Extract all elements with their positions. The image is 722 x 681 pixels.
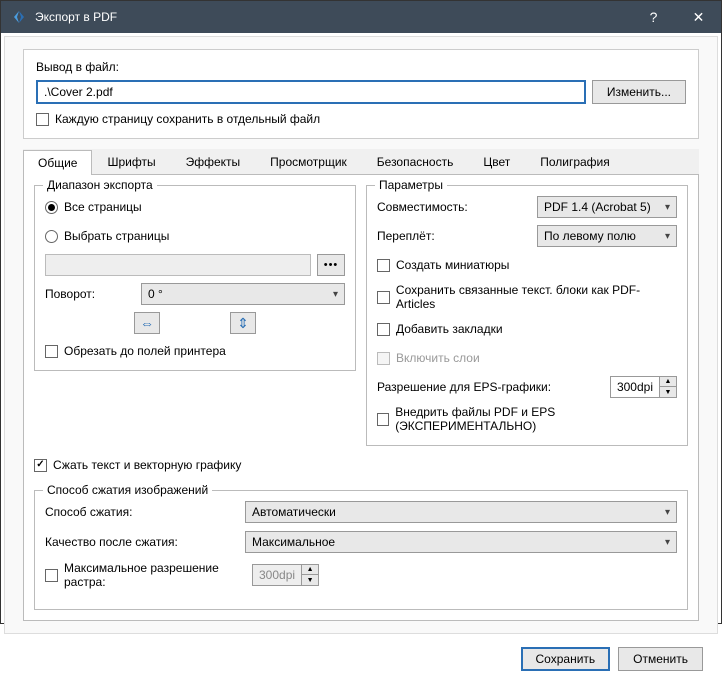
max-res-input: 300dpi ▲▼ — [252, 564, 319, 586]
each-page-separate-label: Каждую страницу сохранить в отдельный фа… — [55, 112, 320, 126]
all-pages-radio[interactable] — [45, 201, 58, 214]
bookmarks-checkbox[interactable] — [377, 323, 390, 336]
select-pages-radio[interactable] — [45, 230, 58, 243]
parameters-legend: Параметры — [375, 178, 447, 192]
output-path-input[interactable] — [36, 80, 586, 104]
output-label: Вывод в файл: — [36, 60, 686, 74]
eps-res-down[interactable]: ▼ — [660, 387, 676, 397]
pdf-articles-checkbox[interactable] — [377, 291, 390, 304]
pages-input — [45, 254, 311, 276]
help-button[interactable]: ? — [631, 1, 676, 33]
window-title: Экспорт в PDF — [35, 10, 631, 24]
export-range-fieldset: Диапазон экспорта Все страницы Выбрать с… — [34, 185, 356, 371]
tab-viewer[interactable]: Просмотрщик — [255, 149, 362, 174]
compress-text-label: Сжать текст и векторную графику — [53, 458, 241, 472]
pdf-export-dialog: Экспорт в PDF ? ✕ Вывод в файл: Изменить… — [0, 0, 722, 624]
app-icon — [11, 9, 27, 25]
layers-label: Включить слои — [396, 351, 480, 365]
tab-prepress[interactable]: Полиграфия — [525, 149, 625, 174]
method-select[interactable]: Автоматически — [245, 501, 677, 523]
binding-select[interactable]: По левому полю — [537, 225, 677, 247]
cancel-button[interactable]: Отменить — [618, 647, 703, 671]
tab-content-general: Диапазон экспорта Все страницы Выбрать с… — [23, 175, 699, 621]
each-page-separate-checkbox[interactable] — [36, 113, 49, 126]
tab-fonts[interactable]: Шрифты — [92, 149, 170, 174]
all-pages-label: Все страницы — [64, 200, 142, 214]
rotation-label: Поворот: — [45, 287, 135, 301]
thumbnails-label: Создать миниатюры — [396, 258, 509, 272]
max-res-down: ▼ — [302, 575, 318, 585]
compat-label: Совместимость: — [377, 200, 531, 214]
layers-checkbox — [377, 352, 390, 365]
titlebar: Экспорт в PDF ? ✕ — [1, 1, 721, 33]
dialog-footer: Сохранить Отменить — [1, 637, 721, 681]
export-range-legend: Диапазон экспорта — [43, 178, 157, 192]
method-label: Способ сжатия: — [45, 505, 245, 519]
mirror-horizontal-button[interactable]: ⇔ — [134, 312, 160, 334]
bookmarks-label: Добавить закладки — [396, 322, 503, 336]
eps-res-up[interactable]: ▲ — [660, 377, 676, 387]
compress-text-checkbox[interactable] — [34, 459, 47, 472]
clip-to-printer-label: Обрезать до полей принтера — [64, 344, 226, 358]
pdf-articles-label: Сохранить связанные текст. блоки как PDF… — [396, 283, 677, 311]
quality-label: Качество после сжатия: — [45, 535, 245, 549]
pages-browse-button[interactable]: ••• — [317, 254, 345, 276]
max-res-label: Максимальное разрешение растра: — [64, 561, 252, 589]
max-res-up: ▲ — [302, 565, 318, 575]
mirror-vertical-button[interactable]: ⇕ — [230, 312, 256, 334]
embed-pdf-eps-checkbox[interactable] — [377, 413, 389, 426]
thumbnails-checkbox[interactable] — [377, 259, 390, 272]
image-compression-fieldset: Способ сжатия изображений Способ сжатия:… — [34, 490, 688, 610]
tab-general[interactable]: Общие — [23, 150, 92, 175]
parameters-fieldset: Параметры Совместимость: PDF 1.4 (Acroba… — [366, 185, 688, 446]
quality-select[interactable]: Максимальное — [245, 531, 677, 553]
compat-select[interactable]: PDF 1.4 (Acrobat 5) — [537, 196, 677, 218]
tabs: Общие Шрифты Эффекты Просмотрщик Безопас… — [23, 149, 699, 175]
image-compression-legend: Способ сжатия изображений — [43, 483, 212, 497]
clip-to-printer-checkbox[interactable] — [45, 345, 58, 358]
save-button[interactable]: Сохранить — [521, 647, 611, 671]
binding-label: Переплёт: — [377, 229, 531, 243]
rotation-select[interactable]: 0 ° — [141, 283, 345, 305]
change-button[interactable]: Изменить... — [592, 80, 686, 104]
output-section: Вывод в файл: Изменить... Каждую страниц… — [23, 49, 699, 139]
max-res-checkbox[interactable] — [45, 569, 58, 582]
tab-effects[interactable]: Эффекты — [171, 149, 256, 174]
close-button[interactable]: ✕ — [676, 1, 721, 33]
eps-res-label: Разрешение для EPS-графики: — [377, 380, 604, 394]
tab-security[interactable]: Безопасность — [362, 149, 469, 174]
eps-res-input[interactable]: 300dpi ▲▼ — [610, 376, 677, 398]
embed-pdf-eps-label: Внедрить файлы PDF и EPS (ЭКСПЕРИМЕНТАЛЬ… — [395, 405, 677, 433]
select-pages-label: Выбрать страницы — [64, 229, 169, 243]
tab-color[interactable]: Цвет — [468, 149, 525, 174]
